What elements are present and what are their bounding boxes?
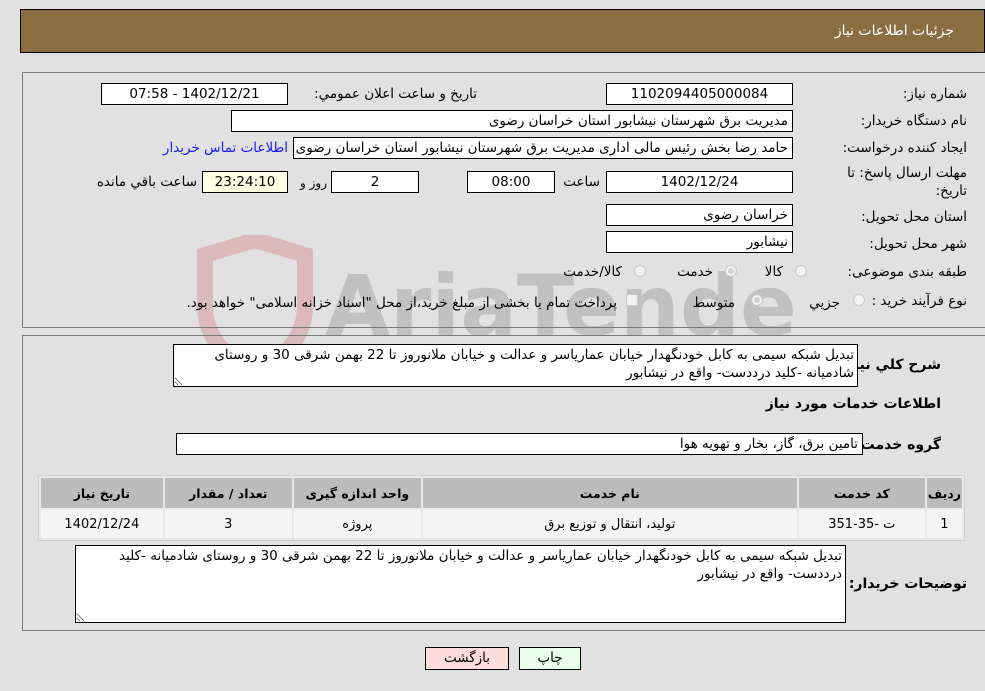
need-number-label: شماره نیاز: bbox=[902, 86, 967, 102]
buyer-org-label: نام دستگاه خریدار: bbox=[860, 113, 967, 129]
announce-datetime-field: 1402/12/21 - 07:58 bbox=[101, 83, 288, 105]
table-header-row: ردیف کد خدمت نام خدمت واحد اندازه گیری ت… bbox=[41, 478, 962, 508]
announce-datetime-label: تاریخ و ساعت اعلان عمومي: bbox=[314, 86, 477, 102]
cell-quantity: 3 bbox=[164, 510, 292, 538]
col-header-quantity: تعداد / مقدار bbox=[164, 478, 292, 508]
deadline-date-field: 1402/12/24 bbox=[606, 171, 793, 193]
service-group-label: گروه خدمت: bbox=[855, 437, 941, 453]
cell-service-name: تولید، انتقال و توزیع برق bbox=[422, 510, 797, 538]
col-header-row-number: ردیف bbox=[926, 478, 962, 508]
col-header-unit: واحد اندازه گیری bbox=[293, 478, 421, 508]
category-option-goods: کالا bbox=[764, 264, 783, 280]
treasury-note: پرداخت تمام یا بخشی از مبلغ خرید،از محل … bbox=[186, 295, 617, 311]
services-table: ردیف کد خدمت نام خدمت واحد اندازه گیری ت… bbox=[38, 475, 965, 541]
purchase-type-radio-minor[interactable] bbox=[853, 294, 865, 306]
need-number-field: 1102094405000084 bbox=[606, 83, 793, 105]
category-label: طبقه بندی موضوعی: bbox=[847, 264, 967, 280]
time-remaining-label: ساعت باقي مانده bbox=[96, 174, 197, 190]
services-heading: اطلاعات خدمات مورد نیاز bbox=[765, 396, 941, 412]
deadline-label-line1: مهلت ارسال پاسخ: تا bbox=[847, 165, 967, 181]
buyer-notes-label: توضیحات خریدار: bbox=[848, 576, 967, 592]
col-header-service-name: نام خدمت bbox=[422, 478, 797, 508]
requester-field: حامد رضا بخش رئیس مالی اداری مدیریت برق … bbox=[293, 137, 793, 159]
category-radio-service[interactable] bbox=[725, 265, 737, 277]
requester-label: ایجاد کننده درخواست: bbox=[842, 140, 967, 156]
purchase-type-label: نوع فرآیند خرید : bbox=[871, 293, 967, 309]
print-button[interactable]: چاپ bbox=[519, 647, 581, 670]
col-header-need-date: تاریخ نیاز bbox=[41, 478, 163, 508]
table-row: 1 ت -35-351 تولید، انتقال و توزیع برق پر… bbox=[41, 510, 962, 538]
category-option-service: خدمت bbox=[677, 264, 713, 280]
back-button[interactable]: بازگشت bbox=[425, 647, 509, 670]
description-textarea[interactable] bbox=[173, 344, 858, 387]
delivery-city-label: شهر محل تحویل: bbox=[869, 236, 967, 252]
delivery-city-field: نیشابور bbox=[606, 231, 793, 253]
category-radio-goods-service[interactable] bbox=[634, 265, 646, 277]
col-header-service-code: کد خدمت bbox=[798, 478, 925, 508]
buyer-notes-textarea[interactable] bbox=[75, 545, 846, 623]
treasury-checkbox[interactable] bbox=[626, 294, 638, 306]
purchase-type-radio-medium[interactable] bbox=[751, 294, 763, 306]
deadline-time-label: ساعت bbox=[563, 174, 600, 190]
buyer-contact-link[interactable]: اطلاعات تماس خریدار bbox=[163, 140, 288, 156]
deadline-label-line2: تاریخ: bbox=[935, 183, 967, 199]
cell-unit: پروژه bbox=[293, 510, 421, 538]
category-option-goods-service: کالا/خدمت bbox=[563, 264, 622, 280]
page-title: جزئیات اطلاعات نیاز bbox=[834, 23, 954, 39]
delivery-province-field: خراسان رضوی bbox=[606, 204, 793, 226]
page-header: جزئیات اطلاعات نیاز bbox=[20, 9, 985, 53]
cell-service-code: ت -35-351 bbox=[798, 510, 925, 538]
days-label: روز و bbox=[300, 176, 327, 190]
purchase-type-option-minor: جزیي bbox=[809, 295, 840, 311]
days-remaining-field: 2 bbox=[331, 171, 419, 193]
time-remaining-field: 23:24:10 bbox=[202, 171, 288, 193]
deadline-time-field: 08:00 bbox=[467, 171, 555, 193]
purchase-type-option-medium: متوسط bbox=[692, 295, 735, 311]
cell-row-number: 1 bbox=[926, 510, 962, 538]
cell-need-date: 1402/12/24 bbox=[41, 510, 163, 538]
delivery-province-label: استان محل تحویل: bbox=[861, 209, 967, 225]
buyer-org-field: مدیریت برق شهرستان نیشابور استان خراسان … bbox=[231, 110, 793, 132]
service-group-field: تامین برق، گاز، بخار و تهویه هوا bbox=[176, 433, 863, 455]
category-radio-goods[interactable] bbox=[795, 265, 807, 277]
